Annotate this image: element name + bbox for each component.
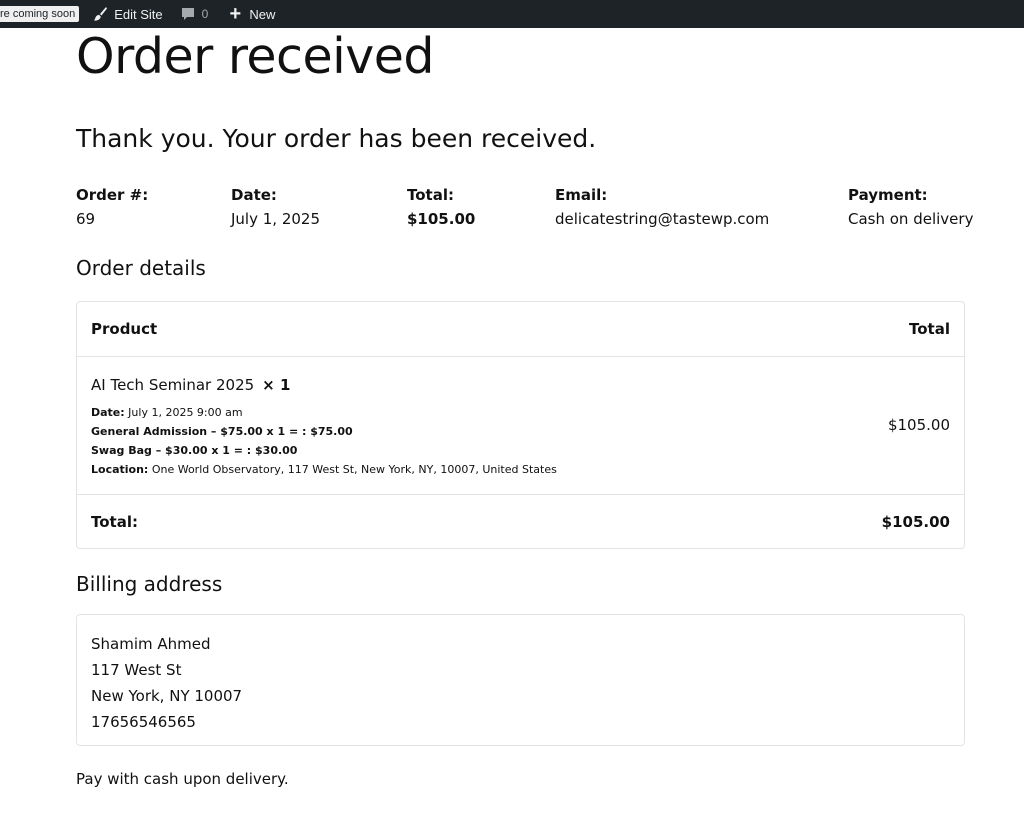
new-content-link[interactable]: + New — [220, 0, 281, 28]
billing-address-heading: Billing address — [76, 572, 223, 596]
coming-soon-badge[interactable]: re coming soon — [0, 6, 80, 22]
date-value: July 1, 2025 — [231, 210, 320, 228]
product-line: AI Tech Seminar 2025 × 1 — [91, 375, 290, 394]
total-value: $105.00 — [407, 210, 476, 228]
footer-total-label: Total: — [91, 513, 138, 531]
billing-name: Shamim Ahmed — [91, 635, 211, 653]
product-name-link[interactable]: AI Tech Seminar 2025 — [91, 376, 254, 394]
meta-swag-bag: Swag Bag – $30.00 x 1 = : $30.00 — [91, 444, 298, 457]
overview-email: Email: delicatestring@tastewp.com — [555, 184, 769, 232]
overview-date: Date: July 1, 2025 — [231, 184, 320, 232]
overview-total: Total: $105.00 — [407, 184, 475, 232]
total-column-header: Total — [909, 320, 950, 338]
product-total: $105.00 — [887, 416, 950, 434]
order-details-table: Product Total AI Tech Seminar 2025 × 1 Da… — [76, 301, 965, 549]
email-label: Email: — [555, 186, 608, 204]
plus-icon: + — [229, 3, 242, 25]
billing-street: 117 West St — [91, 661, 182, 679]
overview-payment: Payment: Cash on delivery — [848, 184, 973, 232]
billing-city: New York, NY 10007 — [91, 687, 243, 705]
email-value: delicatestring@tastewp.com — [555, 210, 770, 228]
footer-total-value: $105.00 — [881, 513, 950, 531]
payment-value: Cash on delivery — [848, 210, 974, 228]
thank-you-message: Thank you. Your order has been received. — [76, 124, 597, 153]
order-overview: Order #: 69 Date: July 1, 2025 Total: $1… — [76, 184, 973, 234]
date-label: Date: — [231, 186, 277, 204]
overview-order-number: Order #: 69 — [76, 184, 148, 232]
product-column-header: Product — [91, 320, 158, 338]
table-header-row: Product Total — [77, 302, 964, 357]
edit-site-link[interactable]: Edit Site — [85, 0, 168, 28]
table-footer-row: Total: $105.00 — [77, 495, 964, 548]
product-meta: Date: July 1, 2025 9:00 am General Admis… — [91, 403, 557, 479]
product-quantity: × 1 — [262, 376, 291, 394]
brush-icon — [91, 5, 109, 23]
comments-count: 0 — [201, 7, 209, 21]
total-label: Total: — [407, 186, 454, 204]
billing-phone: 17656546565 — [91, 713, 196, 731]
edit-site-label: Edit Site — [114, 6, 163, 22]
order-details-heading: Order details — [76, 256, 206, 280]
admin-bar: re coming soon Edit Site 0 + New — [0, 0, 1024, 28]
meta-general-admission: General Admission – $75.00 x 1 = : $75.0… — [91, 425, 353, 438]
payment-instructions: Pay with cash upon delivery. — [76, 770, 289, 788]
payment-label: Payment: — [848, 186, 928, 204]
comment-icon — [179, 5, 197, 23]
billing-address-box: Shamim Ahmed 117 West St New York, NY 10… — [76, 614, 965, 746]
page-title: Order received — [76, 28, 435, 85]
order-number-value: 69 — [76, 210, 96, 228]
meta-location: Location: One World Observatory, 117 Wes… — [91, 463, 557, 476]
order-number-label: Order #: — [76, 186, 149, 204]
new-label: New — [249, 6, 276, 22]
table-row: AI Tech Seminar 2025 × 1 Date: July 1, 20… — [77, 357, 964, 495]
meta-date: Date: July 1, 2025 9:00 am — [91, 406, 243, 419]
comments-link[interactable]: 0 — [173, 0, 215, 28]
